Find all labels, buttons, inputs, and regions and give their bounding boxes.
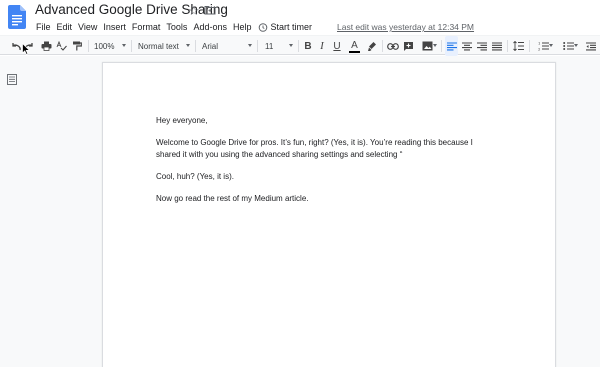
align-right-icon[interactable] bbox=[475, 36, 488, 56]
bulleted-list-icon[interactable] bbox=[559, 36, 578, 56]
font-size-value: 11 bbox=[265, 41, 274, 51]
print-icon[interactable] bbox=[39, 36, 53, 56]
paragraph-style-value: Normal text bbox=[138, 41, 179, 51]
text-color-a-icon: A bbox=[351, 39, 358, 51]
spellcheck-icon[interactable] bbox=[54, 36, 68, 56]
align-justify-icon[interactable] bbox=[490, 36, 503, 56]
timer-icon[interactable] bbox=[258, 22, 268, 32]
insert-image-icon[interactable] bbox=[418, 36, 437, 56]
underline-button[interactable]: U bbox=[331, 36, 343, 56]
align-center-icon[interactable] bbox=[460, 36, 473, 56]
start-timer-button[interactable]: Start timer bbox=[270, 20, 315, 34]
document-paragraph[interactable]: Welcome to Google Drive for pros. It’s f… bbox=[156, 137, 496, 161]
italic-button[interactable]: I bbox=[316, 36, 328, 56]
menu-format[interactable]: Format bbox=[129, 20, 164, 34]
header: Advanced Google Drive Sharing ☆ File Edi… bbox=[0, 0, 600, 35]
paragraph-style-select[interactable]: Normal text bbox=[138, 36, 190, 56]
font-family-select[interactable]: Arial bbox=[202, 36, 252, 56]
document-paragraph[interactable]: Cool, huh? (Yes, it is). bbox=[156, 171, 496, 183]
highlight-icon[interactable] bbox=[366, 36, 378, 56]
font-size-select[interactable]: 11 bbox=[265, 36, 293, 56]
decrease-indent-icon[interactable] bbox=[584, 36, 597, 56]
last-edit-link[interactable]: Last edit was yesterday at 12:34 PM bbox=[337, 22, 474, 32]
text-color-bar bbox=[349, 50, 360, 53]
menu-insert[interactable]: Insert bbox=[100, 20, 129, 34]
svg-text:2: 2 bbox=[538, 46, 541, 51]
document-paragraph[interactable]: Now go read the rest of my Medium articl… bbox=[156, 193, 496, 205]
text-color-button[interactable]: A bbox=[348, 36, 361, 56]
document-page[interactable]: Hey everyone, Welcome to Google Drive fo… bbox=[102, 62, 556, 367]
menu-help[interactable]: Help bbox=[230, 20, 255, 34]
star-icon[interactable]: ☆ bbox=[188, 3, 200, 19]
menu-edit[interactable]: Edit bbox=[54, 20, 76, 34]
align-left-icon[interactable] bbox=[445, 36, 458, 56]
insert-link-icon[interactable] bbox=[386, 36, 399, 56]
paint-format-icon[interactable] bbox=[70, 36, 84, 56]
undo-icon[interactable] bbox=[8, 36, 22, 56]
zoom-value: 100% bbox=[94, 41, 115, 51]
document-paragraph[interactable]: Hey everyone, bbox=[156, 115, 496, 127]
toolbar: 100% Normal text Arial 11 B I U A 1 2 bbox=[0, 35, 600, 56]
bold-button[interactable]: B bbox=[302, 36, 314, 56]
menu-view[interactable]: View bbox=[75, 20, 100, 34]
menu-bar: File Edit View Insert Format Tools Add-o… bbox=[33, 20, 474, 34]
document-outline-icon[interactable] bbox=[7, 74, 17, 85]
font-family-value: Arial bbox=[202, 41, 219, 51]
menu-addons[interactable]: Add-ons bbox=[190, 20, 230, 34]
numbered-list-icon[interactable]: 12 bbox=[534, 36, 553, 56]
menu-tools[interactable]: Tools bbox=[163, 20, 190, 34]
line-spacing-icon[interactable] bbox=[512, 36, 525, 56]
svg-text:1: 1 bbox=[538, 41, 541, 46]
zoom-select[interactable]: 100% bbox=[94, 36, 126, 56]
docs-logo-icon[interactable] bbox=[8, 5, 26, 29]
mouse-pointer-icon bbox=[22, 43, 30, 55]
add-comment-icon[interactable] bbox=[402, 36, 415, 56]
menu-file[interactable]: File bbox=[33, 20, 54, 34]
move-to-folder-icon[interactable] bbox=[204, 4, 216, 16]
